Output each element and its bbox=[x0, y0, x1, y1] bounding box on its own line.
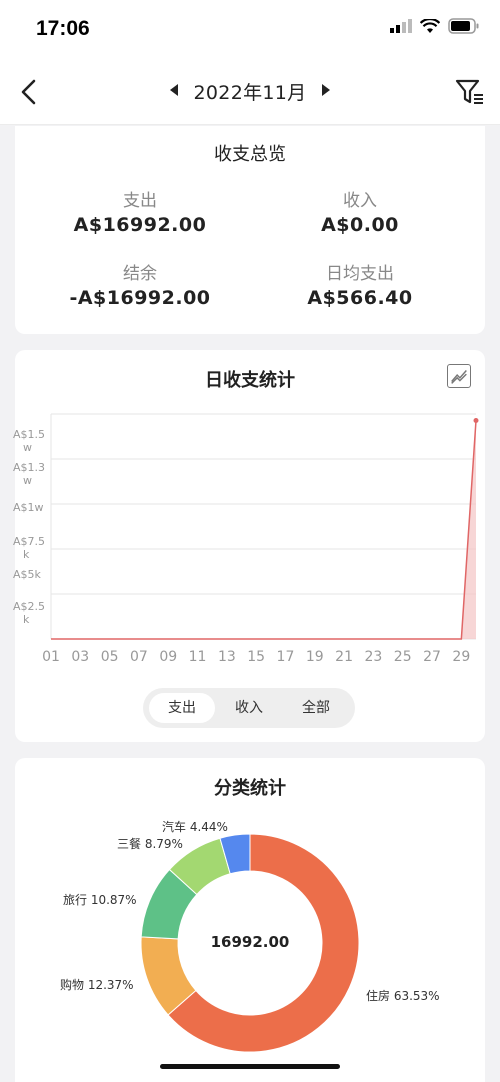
x-tick-label: 09 bbox=[159, 649, 178, 665]
x-tick-label: 21 bbox=[335, 649, 353, 665]
x-tick-label: 19 bbox=[305, 649, 324, 665]
tab-income[interactable]: 收入 bbox=[216, 693, 282, 723]
income-value: A$0.00 bbox=[321, 214, 399, 236]
nav-bar: 2022年11月 bbox=[0, 60, 500, 125]
expense-value: A$16992.00 bbox=[73, 214, 207, 236]
status-time: 17:06 bbox=[36, 17, 90, 40]
data-point bbox=[473, 418, 479, 424]
x-tick-label: 01 bbox=[42, 649, 60, 665]
x-tick-label: 29 bbox=[452, 649, 471, 665]
signal-icon bbox=[390, 19, 412, 33]
category-donut-chart bbox=[140, 833, 360, 1053]
category-card: 分类统计 住房 63.53% 购物 12.37% 旅行 10.87% 三餐 8.79%… bbox=[15, 758, 485, 1082]
daily-chart-card: 日收支统计 A$1.5 w A$1.3 w A$1w A$7.5 k A$5k A$2.5 k 0… bbox=[13, 350, 485, 742]
type-segmented-control: 支出 收入 全部 bbox=[143, 688, 355, 728]
status-icons bbox=[390, 18, 480, 34]
x-tick-label: 27 bbox=[423, 649, 441, 665]
daily-avg-label: 日均支出 bbox=[326, 264, 394, 284]
donut-total: 16992.00 bbox=[210, 933, 290, 951]
x-tick-label: 13 bbox=[217, 649, 236, 665]
x-tick-label: 07 bbox=[130, 649, 148, 665]
donut-label: 购物 12.37% bbox=[60, 978, 134, 992]
tab-all[interactable]: 全部 bbox=[283, 693, 349, 723]
x-tick-label: 03 bbox=[71, 649, 90, 665]
status-bar: 17:06 bbox=[0, 0, 500, 60]
overview-card: 收支总览 支出 A$16992.00 收入 A$0.00 结余 -A$16992… bbox=[15, 126, 485, 334]
expense-label: 支出 bbox=[123, 191, 157, 211]
series-line bbox=[51, 420, 477, 640]
donut-label: 住房 63.53% bbox=[366, 989, 440, 1003]
donut-label: 旅行 10.87% bbox=[63, 893, 137, 907]
home-indicator bbox=[160, 1064, 340, 1069]
donut-label: 汽车 4.44% bbox=[162, 820, 228, 834]
x-tick-label: 05 bbox=[100, 649, 119, 665]
x-tick-label: 23 bbox=[364, 649, 383, 665]
overview-title: 收支总览 bbox=[214, 144, 286, 165]
balance-label: 结余 bbox=[123, 264, 157, 284]
month-selector[interactable]: 2022年11月 bbox=[0, 78, 500, 105]
next-month-icon[interactable] bbox=[322, 84, 330, 96]
x-tick-label: 15 bbox=[247, 649, 266, 665]
daily-avg-value: A$566.40 bbox=[307, 287, 413, 309]
series-area bbox=[51, 420, 476, 639]
balance-value: -A$16992.00 bbox=[69, 287, 211, 309]
tab-expense[interactable]: 支出 bbox=[149, 693, 215, 723]
wifi-icon bbox=[420, 18, 440, 33]
month-label: 2022年11月 bbox=[193, 82, 307, 104]
battery-icon bbox=[448, 18, 479, 34]
filter-icon[interactable] bbox=[454, 76, 486, 108]
x-tick-label: 25 bbox=[393, 649, 412, 665]
x-tick-label: 17 bbox=[276, 649, 295, 665]
income-label: 收入 bbox=[343, 191, 377, 211]
daily-line-chart bbox=[50, 413, 479, 640]
x-tick-label: 11 bbox=[188, 649, 207, 665]
donut-label: 三餐 8.79% bbox=[117, 837, 183, 851]
